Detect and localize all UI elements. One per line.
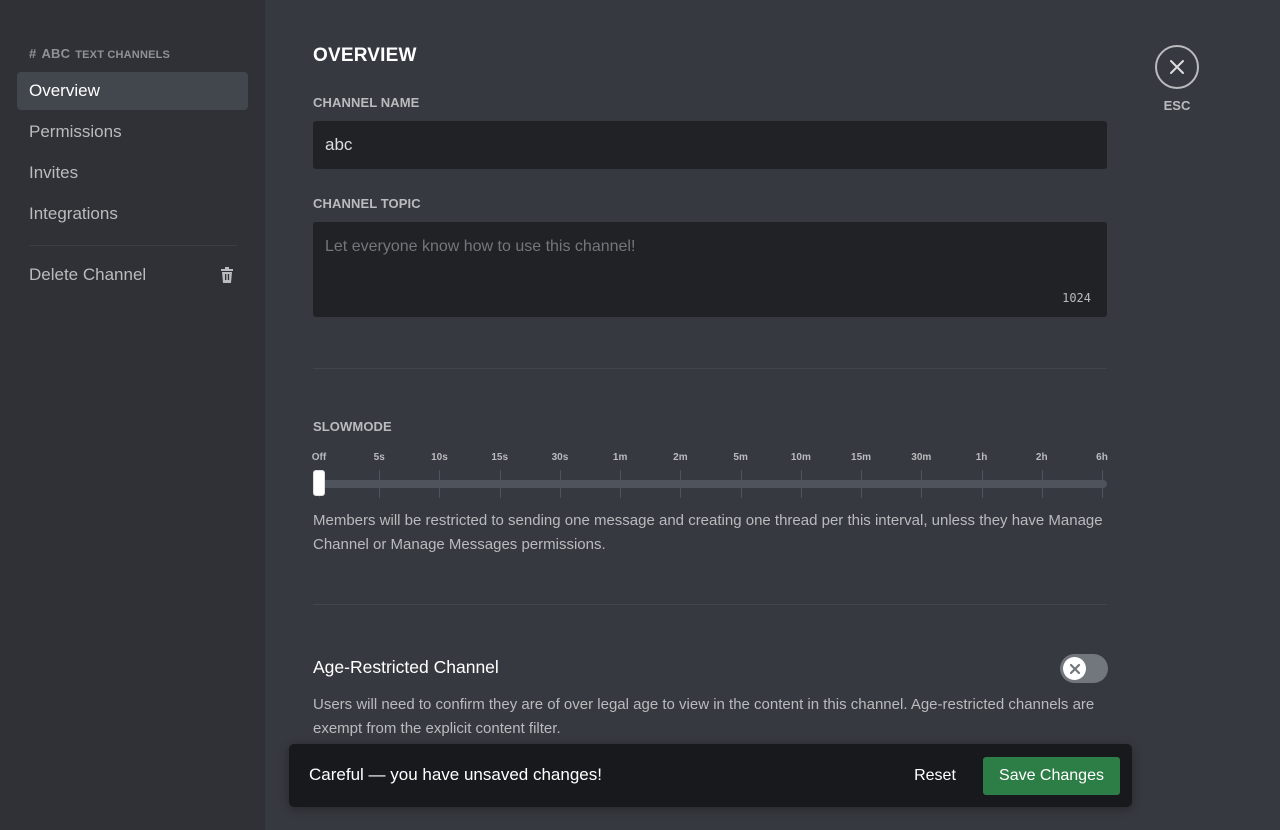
sidebar-category-label: TEXT CHANNELS bbox=[75, 49, 171, 61]
slowmode-tick-mark bbox=[499, 470, 501, 498]
slowmode-tick-label[interactable]: 6h bbox=[1096, 452, 1108, 463]
topic-char-count: 1024 bbox=[1062, 291, 1091, 305]
close-icon bbox=[1170, 60, 1184, 74]
channel-name-value: abc bbox=[325, 135, 353, 154]
slowmode-label: SLOWMODE bbox=[313, 419, 392, 434]
slowmode-tick-mark bbox=[1102, 470, 1103, 498]
sidebar-header: # ABC TEXT CHANNELS bbox=[29, 46, 170, 61]
age-restricted-title: Age-Restricted Channel bbox=[313, 657, 499, 677]
x-icon bbox=[1069, 663, 1080, 674]
sidebar-item-label: Overview bbox=[29, 81, 100, 100]
esc-label: ESC bbox=[1163, 98, 1191, 113]
slowmode-tick-mark bbox=[559, 470, 561, 498]
slowmode-tick-mark bbox=[379, 470, 381, 498]
slowmode-tick-mark bbox=[800, 470, 802, 498]
slowmode-slider[interactable]: Off 5s 10s 15s 30s 1m 2m 5m 10m 15m 30m 1h 2h 6h bbox=[312, 448, 1108, 498]
slowmode-description: Members will be restricted to sending on… bbox=[313, 512, 1103, 553]
section-divider bbox=[313, 604, 1107, 605]
channel-topic-label: CHANNEL TOPIC bbox=[313, 196, 421, 211]
section-divider bbox=[313, 368, 1107, 369]
sidebar-divider bbox=[29, 245, 237, 246]
slowmode-tick-mark bbox=[1041, 470, 1043, 498]
channel-name-label: CHANNEL NAME bbox=[313, 95, 420, 110]
slowmode-tick-label[interactable]: Off bbox=[312, 452, 326, 463]
trash-icon bbox=[221, 267, 233, 283]
slowmode-tick-mark bbox=[439, 470, 441, 498]
slowmode-track[interactable] bbox=[313, 480, 1107, 488]
reset-button[interactable]: Reset bbox=[904, 757, 966, 794]
channel-topic-placeholder: Let everyone know how to use this channe… bbox=[325, 238, 636, 255]
sidebar-item-label: Integrations bbox=[29, 204, 118, 223]
slowmode-tick-mark bbox=[861, 470, 863, 498]
sidebar-item-label: Permissions bbox=[29, 122, 122, 141]
age-restricted-description: Users will need to confirm they are of o… bbox=[313, 696, 1095, 737]
sidebar-item-label: Invites bbox=[29, 163, 79, 182]
sidebar-item-invites[interactable]: Invites bbox=[17, 154, 248, 192]
page-title: OVERVIEW bbox=[313, 45, 417, 66]
slowmode-tick-label[interactable]: 1h bbox=[976, 452, 988, 463]
slowmode-tick-label[interactable]: 15m bbox=[851, 452, 871, 463]
delete-channel-label: Delete Channel bbox=[29, 265, 147, 284]
channel-name-input[interactable]: abc bbox=[313, 121, 1107, 169]
save-changes-button[interactable]: Save Changes bbox=[983, 757, 1120, 795]
slowmode-tick-mark bbox=[680, 470, 682, 498]
slowmode-tick-mark bbox=[740, 470, 742, 498]
sidebar-channel-name: ABC bbox=[41, 46, 71, 61]
sidebar-item-integrations[interactable]: Integrations bbox=[17, 195, 248, 233]
slowmode-tick-label[interactable]: 10s bbox=[431, 452, 448, 463]
slowmode-tick-mark bbox=[921, 470, 923, 498]
toggle-knob bbox=[1063, 657, 1086, 680]
delete-channel-button[interactable]: Delete Channel bbox=[17, 256, 248, 294]
slowmode-tick-label[interactable]: 15s bbox=[491, 452, 508, 463]
unsaved-changes-text: Careful — you have unsaved changes! bbox=[309, 765, 602, 784]
channel-topic-input[interactable]: Let everyone know how to use this channe… bbox=[313, 222, 1107, 317]
slowmode-tick-mark bbox=[981, 470, 983, 498]
age-restricted-toggle[interactable] bbox=[1060, 654, 1108, 683]
sidebar-item-permissions[interactable]: Permissions bbox=[17, 113, 248, 151]
slowmode-tick-mark bbox=[620, 470, 622, 498]
slowmode-tick-label[interactable]: 2m bbox=[673, 452, 687, 463]
slowmode-tick-label[interactable]: 1m bbox=[613, 452, 627, 463]
slowmode-tick-label[interactable]: 10m bbox=[791, 452, 811, 463]
sidebar-item-overview[interactable]: Overview bbox=[17, 72, 248, 110]
slowmode-thumb[interactable] bbox=[313, 470, 325, 496]
slowmode-tick-label[interactable]: 5s bbox=[374, 452, 385, 463]
channel-hash-icon: # bbox=[29, 46, 37, 61]
slowmode-tick-label[interactable]: 30m bbox=[911, 452, 931, 463]
close-settings-button[interactable] bbox=[1155, 45, 1199, 89]
slowmode-tick-label[interactable]: 5m bbox=[733, 452, 747, 463]
slowmode-tick-label[interactable]: 30s bbox=[552, 452, 569, 463]
settings-sidebar: # ABC TEXT CHANNELS Overview Permissions… bbox=[0, 0, 265, 830]
slowmode-tick-label[interactable]: 2h bbox=[1036, 452, 1048, 463]
unsaved-changes-bar: Careful — you have unsaved changes! Rese… bbox=[289, 744, 1132, 807]
